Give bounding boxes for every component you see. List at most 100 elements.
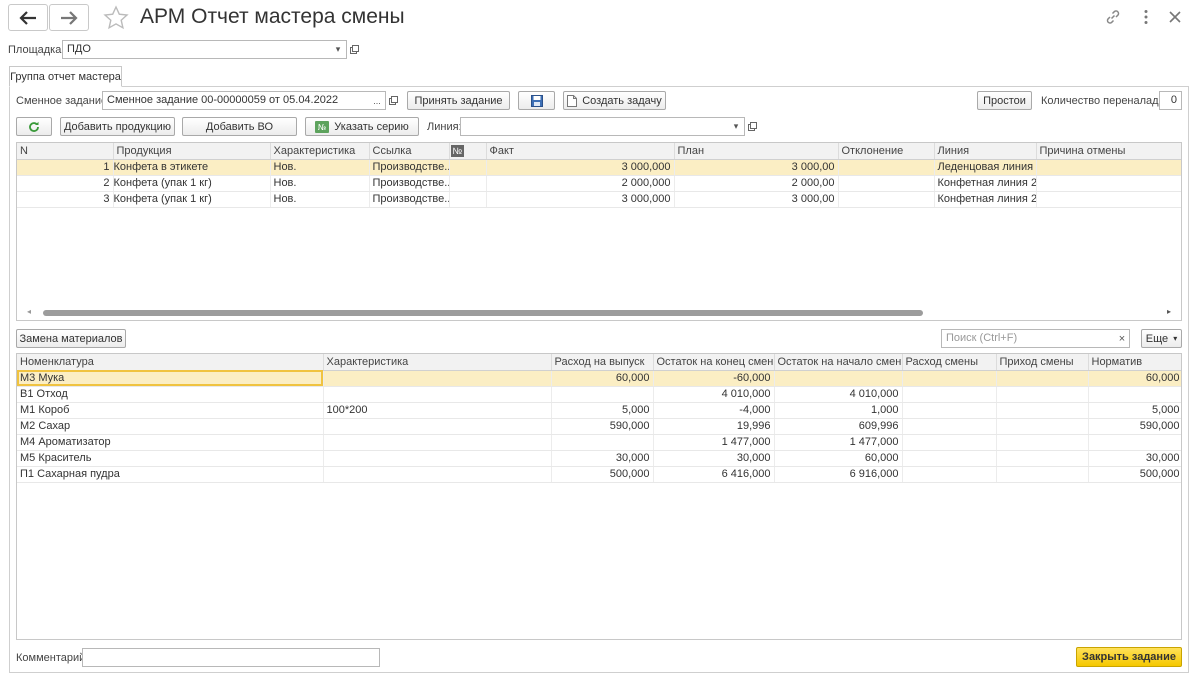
column-header[interactable]: Факт <box>486 143 675 160</box>
cell-shift-usage <box>902 434 997 451</box>
set-series-button[interactable]: № Указать серию <box>305 117 419 136</box>
cell-flag <box>449 159 487 176</box>
line-dropdown-button[interactable]: ▾ <box>728 117 745 136</box>
line-open-button[interactable] <box>744 117 761 136</box>
cell-deviation <box>838 159 935 176</box>
column-header[interactable]: Продукция <box>113 143 271 160</box>
column-header[interactable]: Норматив <box>1088 354 1181 371</box>
cell-reason <box>1036 175 1181 192</box>
shift-task-select-button[interactable]: ... <box>369 91 386 110</box>
site-open-button[interactable] <box>346 40 363 59</box>
comment-label: Комментарий: <box>16 652 89 664</box>
shift-task-label: Сменное задание: <box>16 95 111 107</box>
cell-product: Конфета в этикете <box>113 159 271 176</box>
link-button[interactable] <box>1104 8 1122 26</box>
cell-line: Конфетная линия 2.1 <box>934 175 1037 192</box>
table-row[interactable]: М2 Сахар 590,000 19,996 609,996 590,000 <box>17 418 1181 435</box>
scrollbar-thumb[interactable] <box>43 310 923 316</box>
cell-shift-income <box>996 386 1089 403</box>
line-input[interactable] <box>460 117 729 136</box>
shift-task-open-button[interactable] <box>385 91 402 110</box>
cell-characteristic: Нов. <box>270 191 370 208</box>
cell-usage <box>551 434 654 451</box>
column-header[interactable]: Причина отмены <box>1036 143 1181 160</box>
cell-n: 2 <box>17 175 114 192</box>
cell-shift-income <box>996 450 1089 467</box>
column-header[interactable]: Линия <box>934 143 1037 160</box>
column-header[interactable]: Расход на выпуск <box>551 354 654 371</box>
table-row[interactable]: 3 Конфета (упак 1 кг) Нов. Производстве.… <box>17 191 1181 208</box>
cell-usage: 500,000 <box>551 466 654 483</box>
chevron-down-icon: ▾ <box>335 44 341 54</box>
more-actions-label: Еще <box>1145 332 1169 345</box>
refresh-button[interactable] <box>16 117 52 136</box>
column-header[interactable]: План <box>674 143 839 160</box>
column-header[interactable]: Характеристика <box>270 143 370 160</box>
close-window-button[interactable] <box>1166 8 1184 26</box>
column-header[interactable]: Отклонение <box>838 143 935 160</box>
table-row[interactable]: В1 Отход 4 010,000 4 010,000 <box>17 386 1181 403</box>
more-menu-button[interactable] <box>1137 8 1155 26</box>
save-button[interactable] <box>518 91 555 110</box>
add-product-button[interactable]: Добавить продукцию <box>60 117 175 136</box>
table-row[interactable]: М4 Ароматизатор 1 477,000 1 477,000 <box>17 434 1181 451</box>
cell-start: 4 010,000 <box>774 386 903 403</box>
add-vo-button[interactable]: Добавить ВО <box>182 117 297 136</box>
column-header[interactable]: № <box>449 143 487 160</box>
number-sign-icon: № <box>315 120 330 133</box>
forward-button[interactable] <box>49 4 89 31</box>
more-actions-button[interactable]: Еще ▾ <box>1141 329 1182 348</box>
cell-start <box>774 370 903 387</box>
column-header[interactable]: Остаток на начало смены <box>774 354 903 371</box>
open-icon <box>748 122 757 131</box>
back-button[interactable] <box>8 4 48 31</box>
cell-shift-income <box>996 434 1089 451</box>
table-row[interactable]: 1 Конфета в этикете Нов. Производстве...… <box>17 159 1181 176</box>
column-header[interactable]: Номенклатура <box>17 354 324 371</box>
column-header[interactable]: Приход смены <box>996 354 1089 371</box>
changeovers-label: Количество переналадок: <box>1041 95 1173 107</box>
horizontal-scrollbar[interactable]: ◂ ▸ <box>17 307 1181 319</box>
table-row[interactable]: М1 Короб 100*200 5,000 -4,000 1,000 5,00… <box>17 402 1181 419</box>
cell-start: 609,996 <box>774 418 903 435</box>
downtime-button[interactable]: Простои <box>977 91 1032 110</box>
accept-task-button[interactable]: Принять задание <box>407 91 510 110</box>
chevron-down-icon: ▾ <box>1173 334 1178 343</box>
cell-characteristic <box>323 386 552 403</box>
changeovers-input[interactable]: 0 <box>1159 91 1182 110</box>
search-input[interactable]: Поиск (Ctrl+F) <box>941 329 1116 348</box>
cell-deviation <box>838 175 935 192</box>
column-header[interactable]: Остаток на конец смены <box>653 354 775 371</box>
tab-master-report[interactable]: Группа отчет мастера <box>9 66 122 87</box>
table-row[interactable]: М3 Мука 60,000 -60,000 60,000 <box>17 370 1181 387</box>
table-row[interactable]: 2 Конфета (упак 1 кг) Нов. Производстве.… <box>17 175 1181 192</box>
cell-deviation <box>838 191 935 208</box>
create-task-button[interactable]: Создать задачу <box>563 91 666 110</box>
scroll-right-icon[interactable]: ▸ <box>1167 307 1171 316</box>
cell-usage <box>551 386 654 403</box>
materials-table[interactable]: Номенклатура Характеристика Расход на вы… <box>16 353 1182 640</box>
column-header[interactable]: Характеристика <box>323 354 552 371</box>
column-header[interactable]: Расход смены <box>902 354 997 371</box>
create-task-label: Создать задачу <box>582 94 662 107</box>
replace-materials-button[interactable]: Замена материалов <box>16 329 126 348</box>
cell-norm: 5,000 <box>1088 402 1181 419</box>
close-task-button[interactable]: Закрыть задание <box>1076 647 1182 667</box>
table-row[interactable]: П1 Сахарная пудра 500,000 6 416,000 6 91… <box>17 466 1181 483</box>
cell-plan: 3 000,00 <box>674 159 839 176</box>
products-table[interactable]: N Продукция Характеристика Ссылка № Факт… <box>16 142 1182 321</box>
cell-link: Производстве... <box>369 191 450 208</box>
column-header[interactable]: Ссылка <box>369 143 450 160</box>
comment-input[interactable] <box>82 648 380 667</box>
column-header[interactable]: N <box>17 143 114 160</box>
cell-name[interactable]: М3 Мука <box>17 370 324 387</box>
site-input[interactable]: ПДО <box>62 40 331 59</box>
cell-characteristic: Нов. <box>270 175 370 192</box>
search-clear-button[interactable]: × <box>1115 329 1130 348</box>
cell-name: М5 Краситель <box>17 450 324 467</box>
shift-task-input[interactable]: Сменное задание 00-00000059 от 05.04.202… <box>102 91 370 110</box>
scroll-left-icon[interactable]: ◂ <box>27 307 31 316</box>
favorite-button[interactable] <box>103 5 129 31</box>
table-row[interactable]: М5 Краситель 30,000 30,000 60,000 30,000 <box>17 450 1181 467</box>
site-dropdown-button[interactable]: ▾ <box>330 40 347 59</box>
